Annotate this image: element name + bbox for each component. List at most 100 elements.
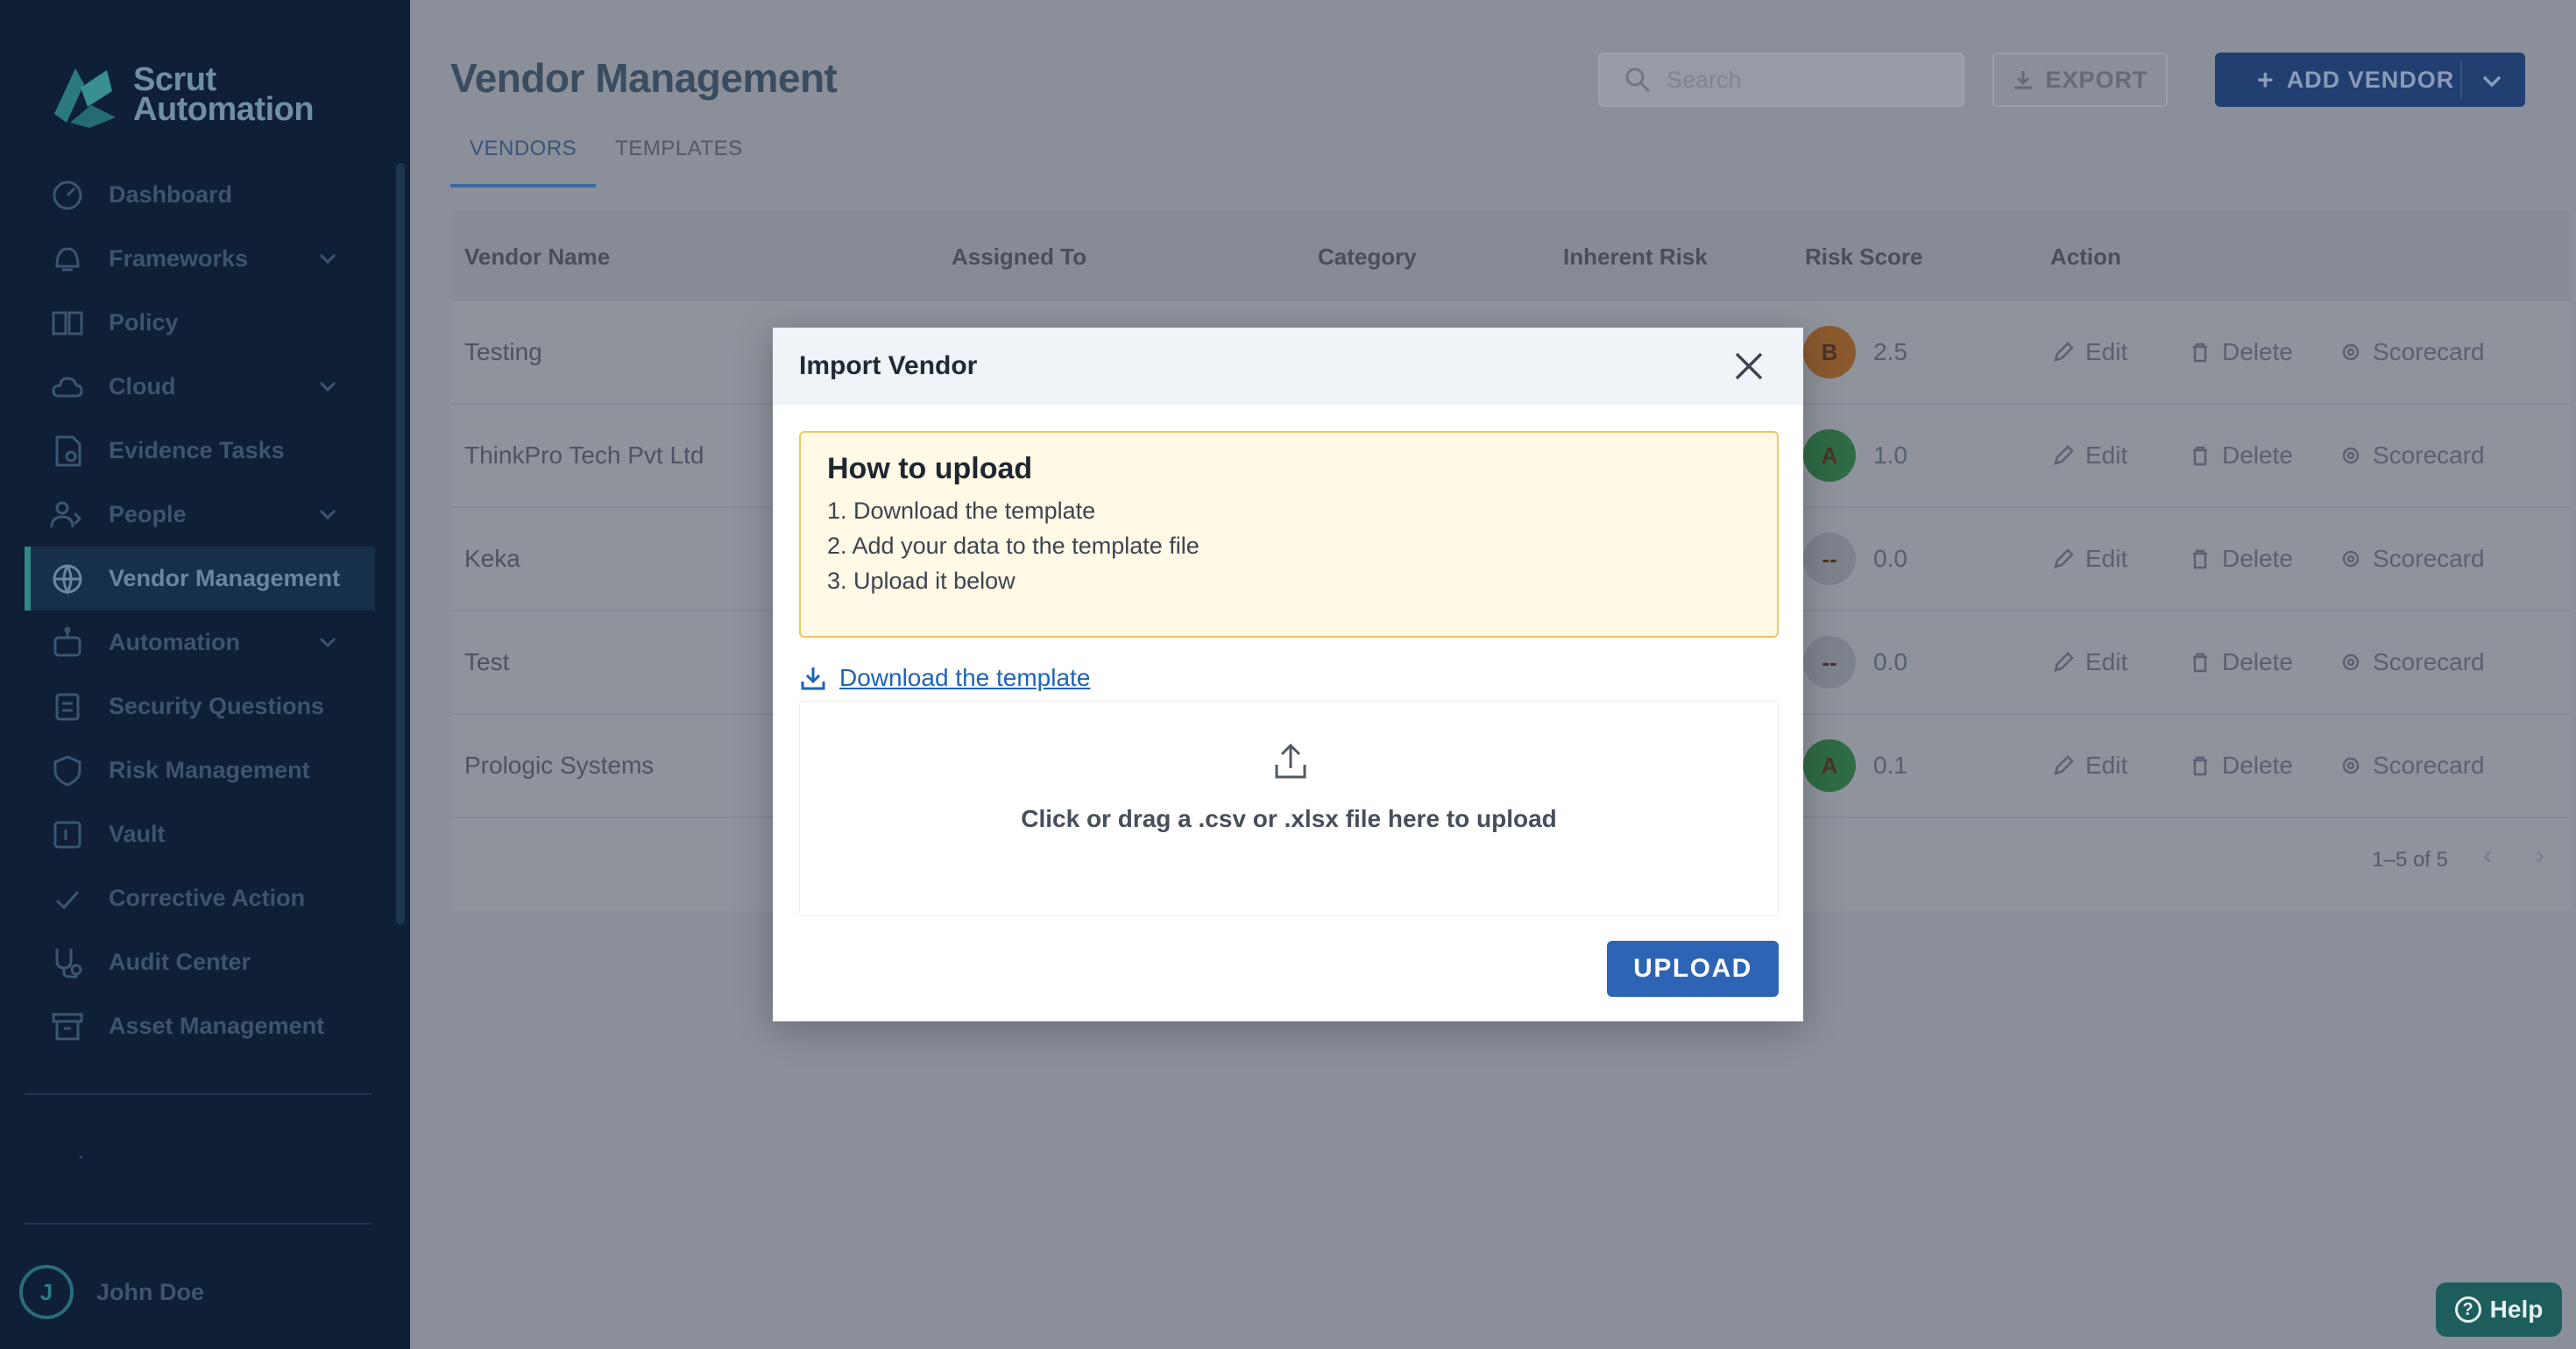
user-profile[interactable]: J John Doe — [19, 1265, 204, 1319]
column-header[interactable]: Vendor Name — [464, 244, 610, 271]
edit-action[interactable]: Edit — [2052, 752, 2127, 780]
sidebar-item-dashboard[interactable]: Dashboard — [25, 163, 375, 227]
file-dropzone[interactable]: Click or drag a .csv or .xlsx file here … — [799, 701, 1779, 916]
sidebar-item-label: Policy — [109, 309, 179, 335]
delete-action[interactable]: Delete — [2189, 545, 2293, 573]
scorecard-icon — [2342, 757, 2360, 774]
tab-vendors[interactable]: VENDORS — [450, 130, 597, 187]
sidebar-item-frameworks[interactable]: Frameworks — [25, 227, 375, 291]
vendor-name[interactable]: Prologic Systems — [464, 752, 654, 780]
button-separator — [2460, 61, 2462, 98]
delete-action[interactable]: Delete — [2189, 441, 2293, 470]
sidebar-item-evidence-tasks[interactable]: Evidence Tasks — [25, 419, 375, 483]
sidebar-item-label: Evidence Tasks — [109, 437, 285, 463]
download-icon — [2014, 71, 2033, 89]
sidebar-item-corrective-action[interactable]: Corrective Action — [25, 866, 375, 930]
sidebar-item-vendor-management[interactable]: Vendor Management — [25, 547, 375, 611]
page-title: Vendor Management — [450, 55, 838, 101]
chevron-down-icon — [319, 637, 336, 648]
sidebar-item-label: Corrective Action — [109, 885, 306, 911]
edit-action[interactable]: Edit — [2052, 441, 2127, 470]
export-button[interactable]: EXPORT — [1992, 53, 2168, 107]
search-icon — [1625, 67, 1651, 93]
close-icon — [1735, 352, 1763, 380]
risk-grade-badge: A — [1803, 739, 1856, 792]
chevron-down-icon[interactable] — [2480, 68, 2504, 93]
download-template-link[interactable]: Download the template — [799, 664, 1090, 692]
edit-action[interactable]: Edit — [2052, 338, 2127, 366]
help-icon: ? — [2454, 1296, 2481, 1323]
delete-action[interactable]: Delete — [2189, 648, 2293, 676]
shield-icon — [49, 752, 86, 789]
scorecard-action[interactable]: Scorecard — [2339, 648, 2485, 676]
column-header[interactable]: Risk Score — [1805, 244, 1922, 271]
add-vendor-button[interactable]: + ADD VENDOR — [2215, 53, 2525, 107]
scorecard-action[interactable]: Scorecard — [2339, 338, 2485, 366]
sidebar-item-label: Cloud — [109, 373, 176, 399]
edit-action[interactable]: Edit — [2052, 648, 2127, 676]
sidebar-item-asset-management[interactable]: Asset Management — [25, 994, 375, 1058]
sidebar-item-policy[interactable]: Policy — [25, 291, 375, 355]
sidebar-item-security-questions[interactable]: Security Questions — [25, 674, 375, 738]
search-input[interactable]: Search — [1598, 53, 1964, 107]
sidebar-scrollbar[interactable] — [396, 163, 405, 925]
sidebar-item-automation[interactable]: Automation — [25, 611, 375, 674]
how-to-upload-box: How to upload 1. Download the template 2… — [799, 431, 1779, 638]
scorecard-action[interactable]: Scorecard — [2339, 441, 2485, 470]
sidebar-item-label: Automation — [109, 629, 240, 655]
vault-icon — [49, 816, 86, 853]
sidebar-divider — [25, 1223, 372, 1225]
help-button-floating[interactable]: ? Help — [2436, 1282, 2562, 1337]
pencil-icon — [2054, 548, 2074, 569]
check-icon — [49, 880, 86, 917]
trash-icon — [2193, 756, 2207, 776]
tab-bar: VENDORS TEMPLATES — [450, 130, 762, 187]
sidebar-item-cloud[interactable]: Cloud — [25, 355, 375, 419]
edit-action[interactable]: Edit — [2052, 545, 2127, 573]
sidebar-item-label: Dashboard — [109, 181, 233, 208]
risk-grade-badge: A — [1803, 429, 1856, 482]
sidebar-item-audit-center[interactable]: Audit Center — [25, 930, 375, 994]
column-header[interactable]: Assigned To — [952, 244, 1086, 271]
sidebar-item-risk-management[interactable]: Risk Management — [25, 738, 375, 802]
delete-action[interactable]: Delete — [2189, 338, 2293, 366]
next-page-icon[interactable]: › — [2536, 841, 2544, 871]
vendor-name[interactable]: Test — [464, 648, 509, 676]
trash-icon — [2193, 653, 2207, 673]
sidebar-item-vault[interactable]: Vault — [25, 802, 375, 866]
pagination-arrows: ‹ › — [2483, 841, 2544, 871]
column-header[interactable]: Inherent Risk — [1563, 244, 1708, 271]
vendor-name[interactable]: ThinkPro Tech Pvt Ltd — [464, 441, 704, 470]
scorecard-icon — [2342, 653, 2360, 671]
scorecard-icon — [2342, 343, 2360, 361]
howto-step: 3. Upload it below — [827, 568, 1016, 594]
upload-button[interactable]: UPLOAD — [1607, 941, 1779, 997]
logo-mark-icon — [46, 61, 119, 128]
policy-book-icon — [49, 305, 86, 342]
column-header[interactable]: Category — [1318, 244, 1417, 271]
trash-icon — [2193, 343, 2207, 363]
prev-page-icon[interactable]: ‹ — [2483, 841, 2492, 871]
download-icon — [801, 667, 825, 690]
sidebar-item-people[interactable]: People — [25, 483, 375, 547]
vendor-name[interactable]: Keka — [464, 545, 520, 573]
avatar: J — [19, 1265, 74, 1319]
asset-icon — [49, 1008, 86, 1045]
dropzone-text: Click or drag a .csv or .xlsx file here … — [1021, 805, 1557, 832]
tab-templates[interactable]: TEMPLATES — [596, 130, 761, 187]
scorecard-action[interactable]: Scorecard — [2339, 752, 2485, 780]
evidence-icon — [49, 433, 86, 470]
close-button[interactable] — [1730, 347, 1768, 385]
risk-score: 0.1 — [1873, 752, 1907, 779]
user-name: John Doe — [96, 1278, 205, 1305]
chevron-down-icon — [319, 509, 336, 520]
scorecard-action[interactable]: Scorecard — [2339, 545, 2485, 573]
pencil-icon — [2054, 342, 2074, 362]
chevron-down-icon — [319, 253, 336, 265]
risk-score: 2.5 — [1873, 338, 1907, 365]
delete-action[interactable]: Delete — [2189, 752, 2293, 780]
vendor-name[interactable]: Testing — [464, 338, 542, 366]
modal-title: Import Vendor — [799, 351, 978, 380]
sidebar-item-label: Frameworks — [109, 245, 249, 272]
app-logo[interactable]: Scrut Automation — [46, 61, 315, 128]
